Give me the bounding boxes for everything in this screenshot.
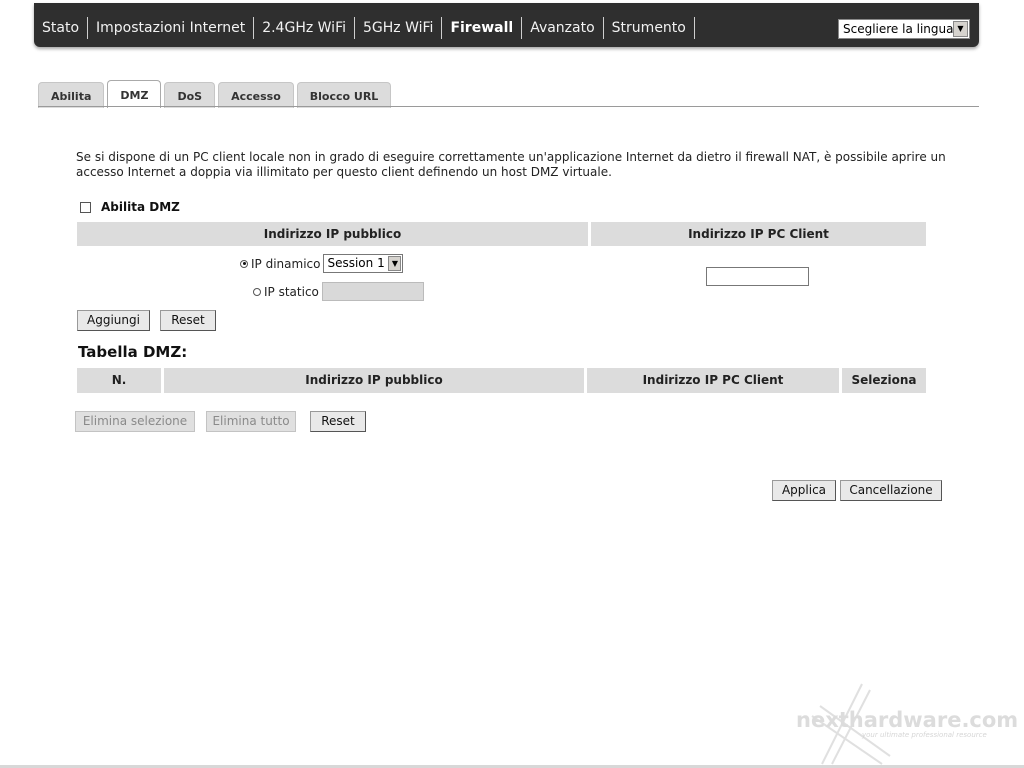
session-select[interactable]: Session 1 ▼	[323, 254, 404, 273]
dmz-table-header-number: N.	[77, 368, 161, 393]
watermark-tagline: your ultimate professional resource	[862, 731, 987, 739]
dynamic-ip-row: IP dinamico Session 1 ▼	[240, 254, 404, 273]
dmz-table-header-client-ip: Indirizzo IP PC Client	[587, 368, 839, 393]
dynamic-ip-radio[interactable]	[240, 259, 248, 268]
static-ip-input	[321, 282, 424, 301]
session-select-value: Session 1	[327, 256, 385, 270]
dmz-table-header-public-ip: Indirizzo IP pubblico	[164, 368, 584, 393]
firewall-tabs: Abilita DMZ DoS Accesso Blocco URL	[38, 80, 392, 108]
add-button[interactable]: Aggiungi	[77, 310, 150, 331]
dropdown-arrow-icon[interactable]: ▼	[388, 256, 402, 271]
reset-button[interactable]: Reset	[160, 310, 216, 331]
client-ip-input[interactable]	[706, 267, 809, 286]
tab-divider	[38, 106, 979, 107]
cancel-button[interactable]: Cancellazione	[840, 480, 942, 501]
watermark-text: nexthardware.com	[796, 708, 1019, 732]
dropdown-arrow-icon[interactable]: ▼	[953, 21, 968, 37]
menu-item-impostazioni-internet[interactable]: Impostazioni Internet	[88, 17, 255, 39]
table-reset-button[interactable]: Reset	[310, 411, 366, 432]
language-select-value: Scegliere la lingua	[843, 22, 954, 36]
header-public-ip: Indirizzo IP pubblico	[77, 222, 588, 246]
main-menu: Stato Impostazioni Internet 2.4GHz WiFi …	[34, 17, 695, 39]
static-ip-label: IP statico	[264, 284, 319, 299]
header-client-ip: Indirizzo IP PC Client	[591, 222, 926, 246]
language-select[interactable]: Scegliere la lingua ▼	[838, 19, 970, 39]
tab-accesso[interactable]: Accesso	[218, 82, 294, 108]
enable-dmz-label: Abilita DMZ	[101, 200, 180, 214]
dmz-table-header-select: Seleziona	[842, 368, 926, 393]
menu-item-5ghz-wifi[interactable]: 5GHz WiFi	[355, 17, 443, 39]
delete-all-button: Elimina tutto	[206, 411, 296, 432]
static-ip-radio[interactable]	[253, 287, 261, 296]
dynamic-ip-label: IP dinamico	[251, 256, 321, 271]
menu-item-avanzato[interactable]: Avanzato	[522, 17, 604, 39]
tab-abilita[interactable]: Abilita	[38, 82, 105, 108]
tab-dos[interactable]: DoS	[164, 82, 216, 108]
delete-selected-button: Elimina selezione	[75, 411, 195, 432]
enable-dmz-checkbox[interactable]	[80, 201, 91, 213]
tab-dmz[interactable]: DMZ	[107, 80, 162, 108]
tab-blocco-url[interactable]: Blocco URL	[296, 82, 392, 108]
static-ip-row: IP statico	[253, 282, 424, 301]
apply-button[interactable]: Applica	[772, 480, 836, 501]
menu-item-firewall[interactable]: Firewall	[442, 17, 523, 39]
menu-item-strumento[interactable]: Strumento	[604, 17, 695, 39]
enable-dmz-row: Abilita DMZ	[80, 200, 180, 214]
dmz-description: Se si dispone di un PC client locale non…	[76, 150, 946, 179]
menu-item-24ghz-wifi[interactable]: 2.4GHz WiFi	[254, 17, 355, 39]
menu-item-stato[interactable]: Stato	[34, 17, 89, 39]
dmz-table-title: Tabella DMZ:	[78, 343, 188, 361]
